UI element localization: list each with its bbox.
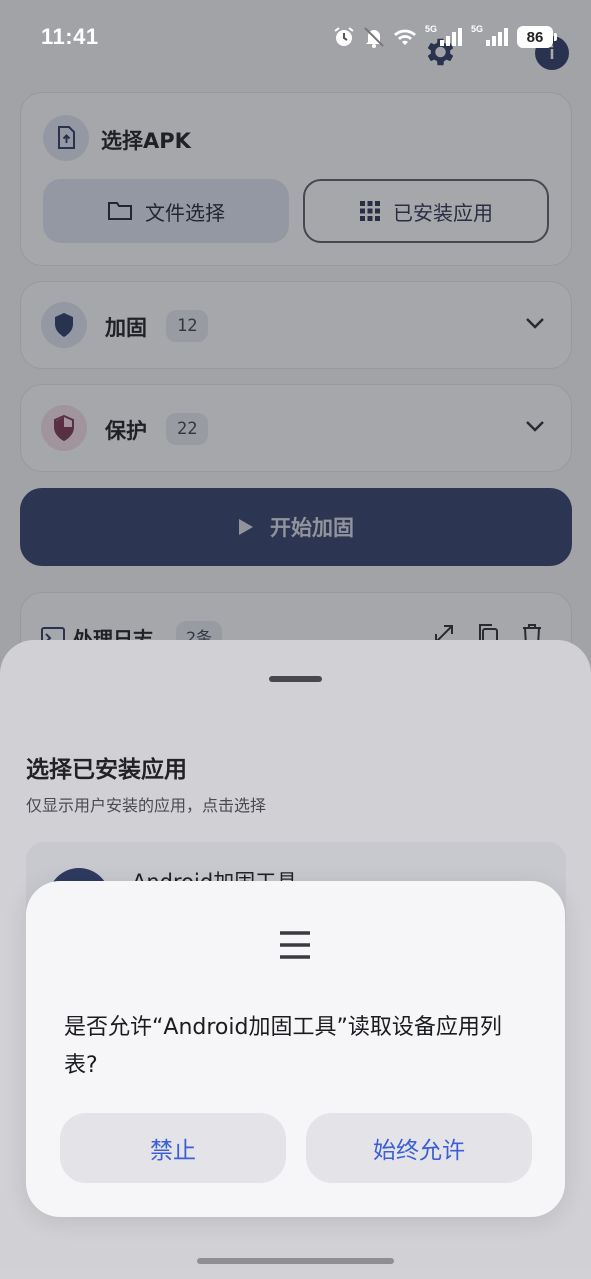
mute-bell-icon	[364, 27, 384, 48]
dialog-message: 是否允许“Android加固工具”读取设备应用列表?	[64, 1015, 502, 1078]
always-allow-button[interactable]: 始终允许	[306, 1113, 532, 1183]
battery-indicator: 86	[517, 26, 557, 48]
wifi-icon	[393, 29, 416, 45]
menu-icon	[280, 931, 310, 959]
status-icons: 5G 5G 86	[333, 24, 557, 50]
deny-button[interactable]: 禁止	[60, 1113, 286, 1183]
network-type-1: 5G	[424, 24, 437, 34]
status-time: 11:41	[41, 24, 99, 49]
network-type-2: 5G	[470, 24, 483, 34]
permission-dialog: 是否允许“Android加固工具”读取设备应用列表? 禁止 始终允许	[26, 881, 565, 1217]
alarm-icon	[334, 27, 354, 46]
signal-icon	[486, 28, 508, 46]
status-bar: 11:41 5G 5G 86	[0, 0, 591, 76]
gesture-nav-bar[interactable]	[197, 1258, 394, 1264]
signal-icon	[439, 28, 462, 46]
